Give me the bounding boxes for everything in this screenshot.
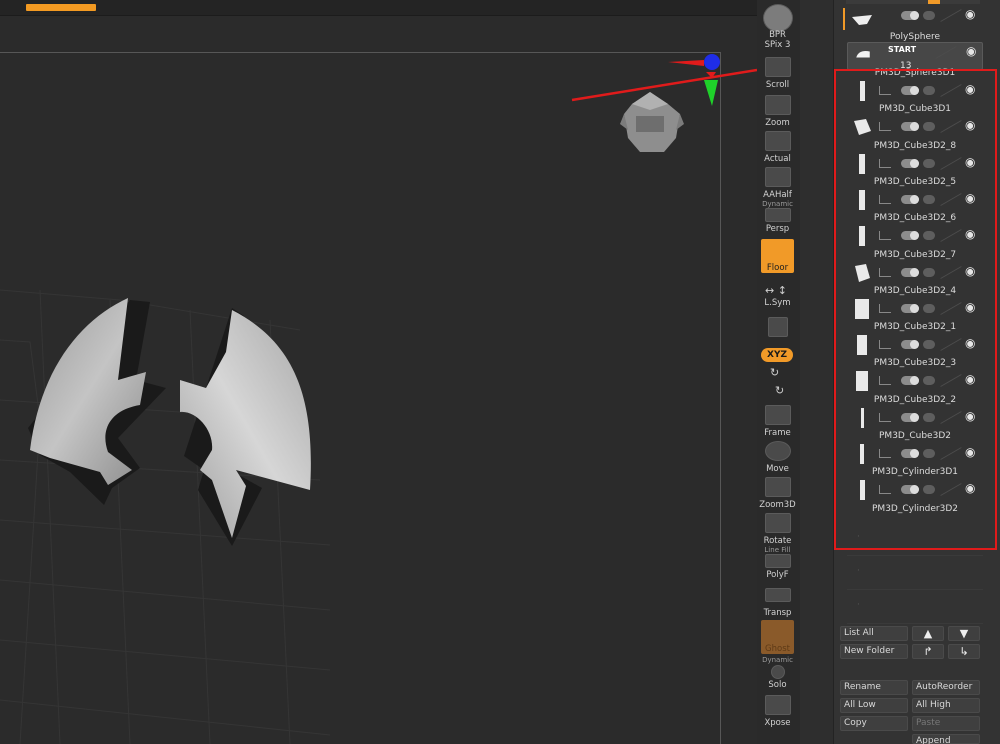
scroll-button[interactable]: Scroll bbox=[761, 56, 794, 90]
perspective-grid-icon bbox=[765, 208, 791, 222]
subtool-item-polysphere[interactable]: ◉ PolySphere bbox=[847, 4, 983, 42]
polysphere-thumb-icon bbox=[852, 15, 872, 25]
xpose-label: Xpose bbox=[764, 718, 791, 728]
magnifier-half-icon bbox=[765, 167, 791, 187]
rotate-y-icon[interactable]: ↻ bbox=[770, 366, 779, 379]
viewport-canvas[interactable] bbox=[0, 0, 757, 744]
zoom3d-label: Zoom3D bbox=[759, 500, 796, 510]
line-fill-label: Line Fill bbox=[764, 546, 791, 554]
zoom3d-button[interactable]: Zoom3D bbox=[759, 476, 796, 510]
symmetry-arrows-icon: ↔ ↕ bbox=[765, 284, 787, 297]
transp-button[interactable]: Transp bbox=[761, 584, 794, 618]
floor-icon bbox=[765, 240, 791, 260]
polyf-label: PolyF bbox=[766, 570, 789, 580]
lock-button[interactable] bbox=[761, 316, 794, 342]
actual-label: Actual bbox=[764, 154, 791, 164]
zoom-label: Zoom bbox=[765, 118, 790, 128]
scroll-label: Scroll bbox=[765, 80, 790, 90]
zoom3d-icon bbox=[765, 477, 791, 497]
empty-subtool-slot: · bbox=[847, 588, 983, 624]
solo-icon bbox=[771, 665, 785, 679]
hand-icon bbox=[765, 57, 791, 77]
ghost-icon bbox=[765, 621, 791, 641]
subtool-name: PolySphere bbox=[889, 32, 941, 42]
paste-button[interactable]: Paste bbox=[912, 716, 980, 731]
annotation-highlight-box bbox=[834, 69, 997, 550]
actual-button[interactable]: Actual bbox=[761, 130, 794, 164]
subtool-item-start[interactable]: START 13 ◉ bbox=[847, 42, 984, 71]
copy-button[interactable]: Copy bbox=[840, 716, 908, 731]
auto-reorder-button[interactable]: AutoReorder bbox=[912, 680, 980, 695]
rotate-button[interactable]: Rotate bbox=[761, 512, 794, 546]
magnifier-1-icon bbox=[765, 131, 791, 151]
ghost-button[interactable]: Ghost bbox=[761, 620, 794, 654]
solo-button[interactable]: Dynamic Solo bbox=[761, 656, 794, 690]
lock-icon bbox=[768, 317, 788, 337]
all-low-button[interactable]: All Low bbox=[840, 698, 908, 713]
solo-label: Solo bbox=[768, 680, 787, 690]
frame-label: Frame bbox=[764, 428, 791, 438]
persp-button[interactable]: Dynamic Persp bbox=[761, 200, 794, 234]
eye-icon[interactable]: ◉ bbox=[966, 45, 984, 57]
aahalf-label: AAHalf bbox=[763, 190, 792, 200]
spix-label: SPix 3 bbox=[764, 40, 791, 50]
persp-label: Persp bbox=[765, 224, 790, 234]
bpr-button[interactable]: BPR bbox=[761, 4, 794, 40]
new-folder-button[interactable]: New Folder bbox=[840, 644, 908, 659]
frame-button[interactable]: Frame bbox=[761, 404, 794, 438]
transp-label: Transp bbox=[763, 608, 792, 618]
append-button[interactable]: Append bbox=[912, 734, 980, 744]
rotate-label: Rotate bbox=[763, 536, 792, 546]
arrow-down-icon[interactable]: ▼ bbox=[948, 626, 980, 641]
arrow-up-icon[interactable]: ▲ bbox=[912, 626, 944, 641]
start-thumb-icon bbox=[856, 50, 870, 58]
frame-icon bbox=[765, 405, 791, 425]
empty-subtool-slot: · bbox=[847, 554, 983, 590]
xpose-button[interactable]: Xpose bbox=[761, 694, 794, 728]
dynamic-solo-label: Dynamic bbox=[762, 656, 793, 664]
move-up-right-icon[interactable]: ↱ bbox=[912, 644, 944, 659]
list-all-button[interactable]: List All bbox=[840, 626, 908, 641]
polyf-button[interactable]: Line Fill PolyF bbox=[761, 546, 794, 580]
rename-button[interactable]: Rename bbox=[840, 680, 908, 695]
dynamic-label: Dynamic bbox=[762, 200, 793, 208]
rotate-icon bbox=[765, 513, 791, 533]
lsym-button[interactable]: ↔ ↕ L.Sym bbox=[761, 282, 794, 308]
xyz-button[interactable]: XYZ bbox=[761, 348, 793, 362]
move-down-right-icon[interactable]: ↳ bbox=[948, 644, 980, 659]
move-label: Move bbox=[766, 464, 789, 474]
panel-gutter bbox=[800, 0, 833, 744]
transparency-icon bbox=[765, 588, 791, 602]
move-button[interactable]: Move bbox=[761, 440, 794, 474]
rotate-z-icon[interactable]: ↻ bbox=[775, 384, 784, 397]
zoom-button[interactable]: Zoom bbox=[761, 94, 794, 128]
spix-slider[interactable]: SPix 3 bbox=[761, 38, 794, 52]
ghost-label: Ghost bbox=[765, 644, 790, 654]
aahalf-button[interactable]: AAHalf bbox=[761, 166, 794, 200]
lsym-label: L.Sym bbox=[764, 298, 791, 308]
floor-button[interactable]: Floor bbox=[761, 239, 794, 273]
active-indicator bbox=[843, 8, 845, 30]
move-icon bbox=[765, 441, 791, 461]
annotation-arrow bbox=[571, 68, 757, 102]
all-high-button[interactable]: All High bbox=[912, 698, 980, 713]
polyframe-icon bbox=[765, 554, 791, 568]
eye-icon[interactable]: ◉ bbox=[965, 8, 983, 20]
render-sphere-icon bbox=[763, 4, 793, 32]
floor-label: Floor bbox=[766, 263, 789, 273]
magnifier-plus-icon bbox=[765, 95, 791, 115]
xpose-icon bbox=[765, 695, 791, 715]
